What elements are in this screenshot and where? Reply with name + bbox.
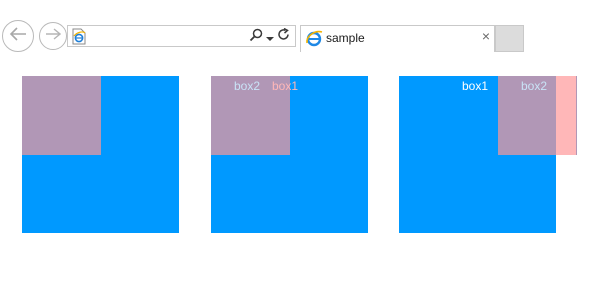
- back-button[interactable]: [2, 20, 34, 52]
- demo-box-2: box2 box1: [211, 76, 368, 233]
- back-arrow-icon: [9, 26, 27, 46]
- page-icon: [71, 28, 87, 50]
- pink-box-overflow: [556, 76, 576, 155]
- browser-toolbar: sample ×: [0, 0, 600, 56]
- box2-label: box2: [521, 79, 548, 93]
- demo-box-1: [22, 76, 179, 233]
- tab-title: sample: [326, 31, 365, 45]
- tab-sample[interactable]: sample ×: [300, 25, 495, 52]
- box1-label: box1: [272, 79, 299, 93]
- box1-label: box1: [462, 79, 489, 93]
- demo-box-3: box1 box2: [399, 76, 577, 233]
- box2-label: box2: [234, 79, 261, 93]
- close-icon[interactable]: ×: [482, 28, 490, 44]
- address-bar[interactable]: [67, 25, 296, 47]
- address-input[interactable]: [90, 27, 240, 45]
- search-icon[interactable]: [249, 28, 263, 47]
- box2-overlay: [22, 76, 101, 155]
- dropdown-arrow-icon[interactable]: [266, 29, 274, 47]
- forward-button[interactable]: [39, 22, 67, 50]
- ie-logo-icon: [305, 29, 323, 52]
- refresh-icon[interactable]: [277, 27, 291, 47]
- new-tab-button[interactable]: [495, 25, 524, 52]
- forward-arrow-icon: [45, 27, 62, 45]
